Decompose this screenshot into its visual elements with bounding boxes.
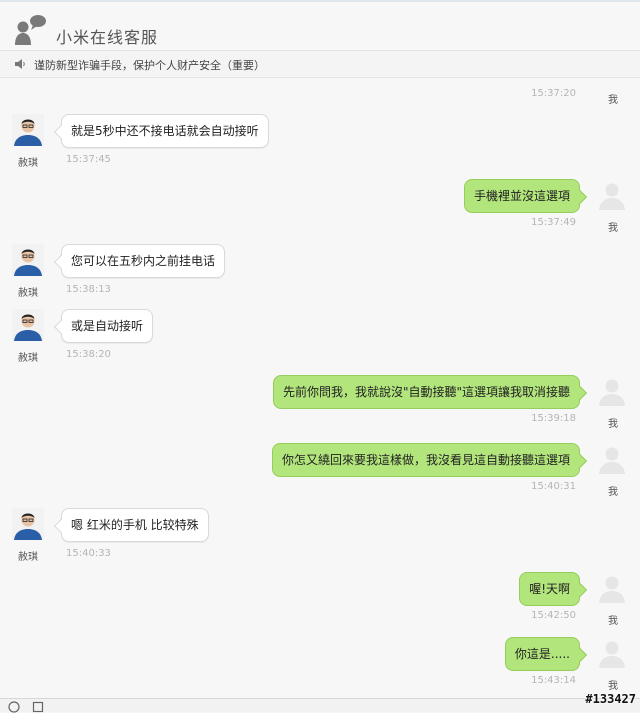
my-message-bubble: 喔!天啊 [519,572,580,606]
message-time: 15:39:18 [531,413,576,424]
page-title: 小米在线客服 [56,28,159,47]
message-time: 15:42:50 [531,610,576,621]
my-message-bubble: 手機裡並沒這選項 [463,179,580,213]
message-time: 15:37:49 [531,217,576,228]
agent-name: 赦琪 [18,158,38,169]
user-avatar-placeholder-icon [599,576,625,603]
message-time: 15:37:45 [66,154,111,165]
agent-message-bubble: 或是自动接听 [61,309,154,343]
agent-name: 赦琪 [18,552,38,563]
message-time: 15:43:14 [531,675,576,686]
message-time: 15:40:33 [66,548,111,559]
security-notice: 谨防新型诈骗手段，保护个人财产安全（重要） [0,51,640,78]
my-message-bubble: 你這是..... [504,637,580,671]
speaker-icon [15,59,25,69]
my-message-bubble: 先前你問我，我就說沒"自動接聽"這選項讓我取消接聽 [272,375,580,409]
emoji-icon[interactable] [8,701,20,713]
user-avatar-placeholder-icon [599,183,625,210]
agent-message-bubble: 嗯 红米的手机 比较特殊 [61,508,209,542]
chat-header: 小米在线客服 [0,2,640,51]
watermark-id: #133427 [585,692,636,706]
agent-name: 赦琪 [18,353,38,364]
user-avatar-placeholder-icon [599,447,625,474]
notice-text: 谨防新型诈骗手段，保护个人财产安全（重要） [34,59,265,72]
agent-avatar [12,508,44,540]
agent-avatar [12,309,44,341]
sender-name-me: 我 [608,616,618,627]
sender-name-me: 我 [608,223,618,234]
sender-name-me: 我 [608,95,618,106]
agent-avatar [12,114,44,146]
chat-message-list[interactable]: 15:37:20 我 赦琪 就是5秒中还不接电话就会自动接听 15:37:45 … [0,78,640,698]
timestamp: 15:37:20 [531,88,576,99]
message-time: 15:38:13 [66,284,111,295]
file-icon[interactable] [32,701,44,713]
customer-service-icon [15,15,46,45]
sender-name-me: 我 [608,487,618,498]
user-avatar-placeholder-icon [599,641,625,668]
input-toolbar [0,698,640,713]
sender-name-me: 我 [608,681,618,692]
message-time: 15:40:31 [531,481,576,492]
user-avatar-placeholder-icon [599,379,625,406]
agent-avatar [12,244,44,276]
my-message-bubble: 你怎又繞回來要我這樣做，我沒看見這自動接聽這選項 [271,443,580,477]
agent-message-bubble: 就是5秒中还不接电话就会自动接听 [61,114,269,148]
agent-message-bubble: 您可以在五秒内之前挂电话 [61,244,226,278]
message-time: 15:38:20 [66,349,111,360]
sender-name-me: 我 [608,419,618,430]
agent-name: 赦琪 [18,288,38,299]
